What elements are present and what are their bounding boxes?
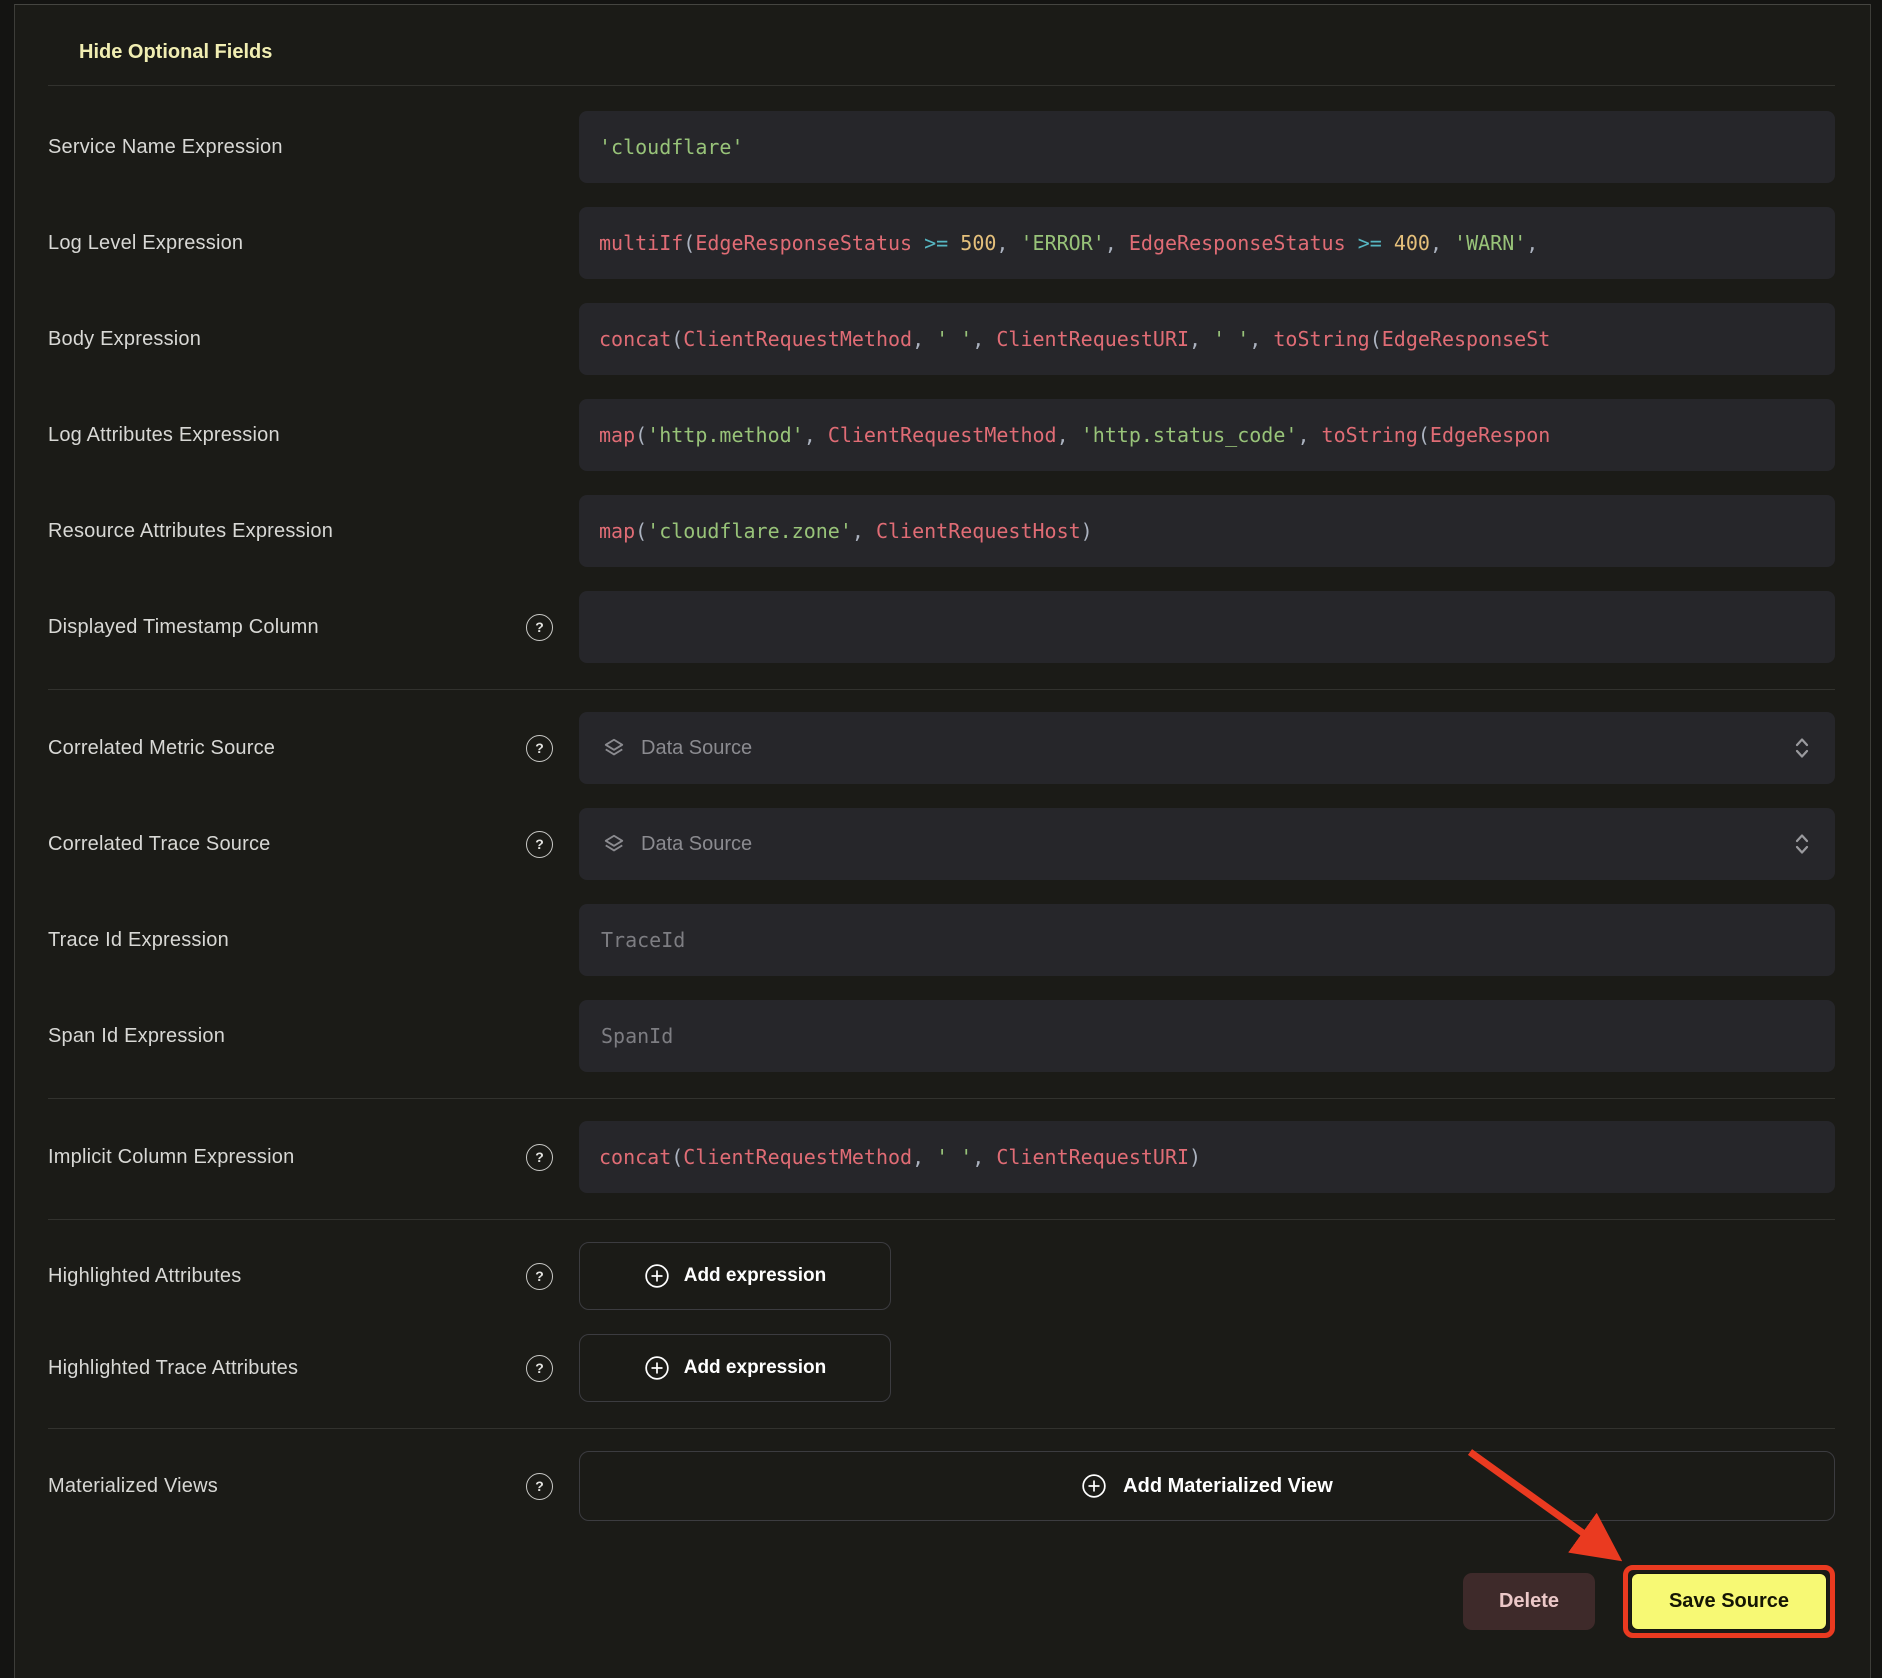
displayed-timestamp-column-row: Displayed Timestamp Column ? <box>48 591 1835 663</box>
help-icon[interactable]: ? <box>526 831 553 858</box>
section-divider <box>48 1098 1835 1099</box>
help-icon[interactable]: ? <box>526 1473 553 1500</box>
implicit-column-expression-input[interactable]: concat(ClientRequestMethod, ' ', ClientR… <box>579 1121 1835 1193</box>
body-expression-label: Body Expression <box>48 328 201 351</box>
service-name-expression-row: Service Name Expression 'cloudflare' <box>48 111 1835 183</box>
add-expression-button[interactable]: Add expression <box>579 1334 891 1402</box>
chevron-up-down-icon <box>1793 735 1811 761</box>
layers-icon <box>603 833 625 855</box>
resource-attributes-expression-row: Resource Attributes Expression map('clou… <box>48 495 1835 567</box>
displayed-timestamp-column-input[interactable] <box>579 591 1835 663</box>
resource-attributes-expression-input[interactable]: map('cloudflare.zone', ClientRequestHost… <box>579 495 1835 567</box>
span-id-expression-row: Span Id Expression SpanId <box>48 1000 1835 1072</box>
footer-actions: Delete Save Source <box>48 1565 1835 1638</box>
help-icon[interactable]: ? <box>526 614 553 641</box>
resource-attributes-expression-label: Resource Attributes Expression <box>48 520 333 543</box>
save-source-button[interactable]: Save Source <box>1631 1573 1827 1630</box>
annotation-highlight-box: Save Source <box>1623 1565 1835 1638</box>
highlighted-trace-attributes-label: Highlighted Trace Attributes <box>48 1357 298 1380</box>
section-divider <box>48 1219 1835 1220</box>
log-attributes-expression-row: Log Attributes Expression map('http.meth… <box>48 399 1835 471</box>
correlated-metric-source-row: Correlated Metric Source ? Data Source <box>48 712 1835 784</box>
correlated-metric-source-select[interactable]: Data Source <box>579 712 1835 784</box>
delete-button[interactable]: Delete <box>1463 1573 1595 1630</box>
help-icon[interactable]: ? <box>526 1144 553 1171</box>
body-expression-input[interactable]: concat(ClientRequestMethod, ' ', ClientR… <box>579 303 1835 375</box>
source-settings-panel: Hide Optional Fields Service Name Expres… <box>14 4 1871 1678</box>
chevron-up-down-icon <box>1793 831 1811 857</box>
layers-icon <box>603 737 625 759</box>
help-icon[interactable]: ? <box>526 1355 553 1382</box>
implicit-column-expression-row: Implicit Column Expression ? concat(Clie… <box>48 1121 1835 1193</box>
materialized-views-label: Materialized Views <box>48 1475 218 1498</box>
trace-id-expression-label: Trace Id Expression <box>48 929 229 952</box>
help-icon[interactable]: ? <box>526 735 553 762</box>
correlated-trace-source-label: Correlated Trace Source <box>48 833 270 856</box>
correlated-metric-source-label: Correlated Metric Source <box>48 737 275 760</box>
body-expression-row: Body Expression concat(ClientRequestMeth… <box>48 303 1835 375</box>
select-placeholder: Data Source <box>641 737 1793 760</box>
add-expression-button-label: Add expression <box>684 1357 827 1379</box>
hide-optional-fields-link[interactable]: Hide Optional Fields <box>79 39 272 65</box>
plus-circle-icon <box>644 1355 670 1381</box>
section-divider <box>48 85 1835 86</box>
help-icon[interactable]: ? <box>526 1263 553 1290</box>
section-divider <box>48 1428 1835 1429</box>
log-attributes-expression-label: Log Attributes Expression <box>48 424 280 447</box>
log-level-expression-input[interactable]: multiIf(EdgeResponseStatus >= 500, 'ERRO… <box>579 207 1835 279</box>
trace-id-expression-row: Trace Id Expression TraceId <box>48 904 1835 976</box>
span-id-expression-label: Span Id Expression <box>48 1025 225 1048</box>
log-level-expression-label: Log Level Expression <box>48 232 243 255</box>
add-materialized-view-button[interactable]: Add Materialized View <box>579 1451 1835 1521</box>
correlated-trace-source-row: Correlated Trace Source ? Data Source <box>48 808 1835 880</box>
highlighted-trace-attributes-row: Highlighted Trace Attributes ? Add expre… <box>48 1334 1835 1402</box>
span-id-expression-input[interactable]: SpanId <box>579 1000 1835 1072</box>
add-expression-button-label: Add expression <box>684 1265 827 1287</box>
log-level-expression-row: Log Level Expression multiIf(EdgeRespons… <box>48 207 1835 279</box>
service-name-expression-input[interactable]: 'cloudflare' <box>579 111 1835 183</box>
correlated-trace-source-select[interactable]: Data Source <box>579 808 1835 880</box>
materialized-views-row: Materialized Views ? Add Materialized Vi… <box>48 1451 1835 1521</box>
highlighted-attributes-row: Highlighted Attributes ? Add expression <box>48 1242 1835 1310</box>
highlighted-attributes-label: Highlighted Attributes <box>48 1265 241 1288</box>
plus-circle-icon <box>1081 1473 1107 1499</box>
service-name-expression-label: Service Name Expression <box>48 136 283 159</box>
add-expression-button[interactable]: Add expression <box>579 1242 891 1310</box>
log-attributes-expression-input[interactable]: map('http.method', ClientRequestMethod, … <box>579 399 1835 471</box>
plus-circle-icon <box>644 1263 670 1289</box>
displayed-timestamp-column-label: Displayed Timestamp Column <box>48 616 319 639</box>
implicit-column-expression-label: Implicit Column Expression <box>48 1146 294 1169</box>
section-divider <box>48 689 1835 690</box>
select-placeholder: Data Source <box>641 833 1793 856</box>
trace-id-expression-input[interactable]: TraceId <box>579 904 1835 976</box>
add-materialized-view-button-label: Add Materialized View <box>1123 1475 1333 1498</box>
